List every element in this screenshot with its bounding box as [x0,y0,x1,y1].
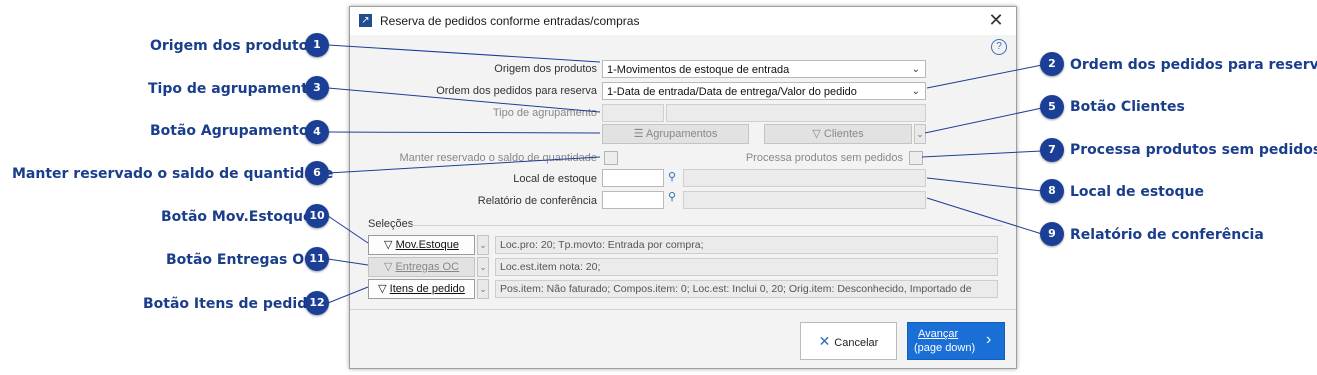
callout-4-badge: 4 [305,120,329,144]
callout-1-label: Origem dos produtos [150,38,317,54]
relatorio-desc-field [683,191,926,209]
relatorio-label: Relatório de conferência [477,195,597,207]
filter-icon: ▽ [383,261,396,273]
tipo-label: Tipo de agrupamento [492,107,597,119]
footer-divider [350,309,1016,310]
callout-8-badge: 8 [1040,179,1064,203]
callout-9-badge: 9 [1040,222,1064,246]
tipo-code-field [602,104,664,122]
filter-icon: ▽ [812,128,824,140]
callout-11-label: Botão Entregas OC [166,252,315,268]
origem-select[interactable]: 1-Movimentos de estoque de entrada ⌄ [602,60,926,78]
callout-3-badge: 3 [305,76,329,100]
callout-10-label: Botão Mov.Estoque [161,209,313,225]
callout-9-label: Relatório de conferência [1070,227,1264,243]
clientes-dropdown[interactable]: ⌄ [914,124,926,144]
entregas-oc-info: Loc.est.item nota: 20; [495,258,998,276]
callout-12-label: Botão Itens de pedido [143,296,317,312]
agrupamentos-button[interactable]: ☰ Agrupamentos [602,124,749,144]
dialog-title: Reserva de pedidos conforme entradas/com… [380,14,640,28]
callout-11-badge: 11 [305,247,329,271]
callout-7-badge: 7 [1040,138,1064,162]
relatorio-code-field[interactable] [602,191,664,209]
mov-estoque-info: Loc.pro: 20; Tp.movto: Entrada por compr… [495,236,998,254]
chevron-down-icon: ⌄ [911,64,920,75]
filter-icon: ▽ [384,239,396,251]
callout-2-label: Ordem dos pedidos para reserva [1070,57,1317,73]
ordem-select[interactable]: 1-Data de entrada/Data de entrega/Valor … [602,82,926,100]
chevron-down-icon: ⌄ [911,86,920,97]
local-label: Local de estoque [513,173,597,185]
cancel-icon: ✕ [818,333,835,349]
manter-label: Manter reservado o saldo de quantidade [399,152,597,164]
next-label: Avançar [918,328,959,340]
itens-pedido-button[interactable]: ▽ Itens de pedido [368,279,475,299]
selecoes-divider [412,225,1002,226]
help-icon[interactable]: ? [991,39,1007,55]
itens-pedido-info: Pos.item: Não faturado; Compos.item: 0; … [495,280,998,298]
selecoes-title: Seleções [368,218,414,230]
clientes-button[interactable]: ▽ Clientes [764,124,912,144]
origem-label: Origem dos produtos [494,63,597,75]
search-icon[interactable]: ⚲ [668,171,680,183]
local-desc-field [683,169,926,187]
chevron-right-icon: › [986,331,992,348]
processa-label: Processa produtos sem pedidos [745,152,903,164]
itens-pedido-dropdown[interactable]: ⌄ [477,279,489,299]
local-code-field[interactable] [602,169,664,187]
close-icon[interactable]: ✕ [986,10,1006,30]
origem-value: 1-Movimentos de estoque de entrada [607,64,790,76]
next-button[interactable]: Avançar (page down) › [907,322,1005,360]
callout-6-label: Manter reservado o saldo de quantidade [12,166,334,182]
mov-estoque-button[interactable]: ▽ Mov.Estoque [368,235,475,255]
manter-checkbox[interactable] [604,151,618,165]
callout-1-badge: 1 [305,33,329,57]
callout-2-badge: 2 [1040,52,1064,76]
callout-6-badge: 6 [305,161,329,185]
callout-5-badge: 5 [1040,95,1064,119]
callout-12-badge: 12 [305,291,329,315]
callout-4-label: Botão Agrupamentos [150,123,317,139]
filter-icon: ▽ [378,283,390,295]
app-icon: ↗ [359,14,372,27]
callout-7-label: Processa produtos sem pedidos [1070,142,1317,158]
tipo-desc-field [666,104,926,122]
callout-5-label: Botão Clientes [1070,99,1185,115]
list-icon: ☰ [633,128,646,140]
callout-10-badge: 10 [305,204,329,228]
search-icon[interactable]: ⚲ [668,191,680,203]
ordem-label: Ordem dos pedidos para reserva [436,85,597,97]
title-bar: ↗ Reserva de pedidos conforme entradas/c… [350,7,1016,35]
processa-checkbox[interactable] [909,151,923,165]
entregas-oc-button[interactable]: ▽ Entregas OC [368,257,475,277]
entregas-oc-dropdown[interactable]: ⌄ [477,257,489,277]
mov-estoque-dropdown[interactable]: ⌄ [477,235,489,255]
callout-3-label: Tipo de agrupamento [148,81,318,97]
cancel-button[interactable]: ✕ Cancelar [800,322,897,360]
ordem-value: 1-Data de entrada/Data de entrega/Valor … [607,86,857,98]
next-shortcut: (page down) [914,342,976,354]
reserva-dialog: ↗ Reserva de pedidos conforme entradas/c… [349,6,1017,369]
callout-8-label: Local de estoque [1070,184,1204,200]
